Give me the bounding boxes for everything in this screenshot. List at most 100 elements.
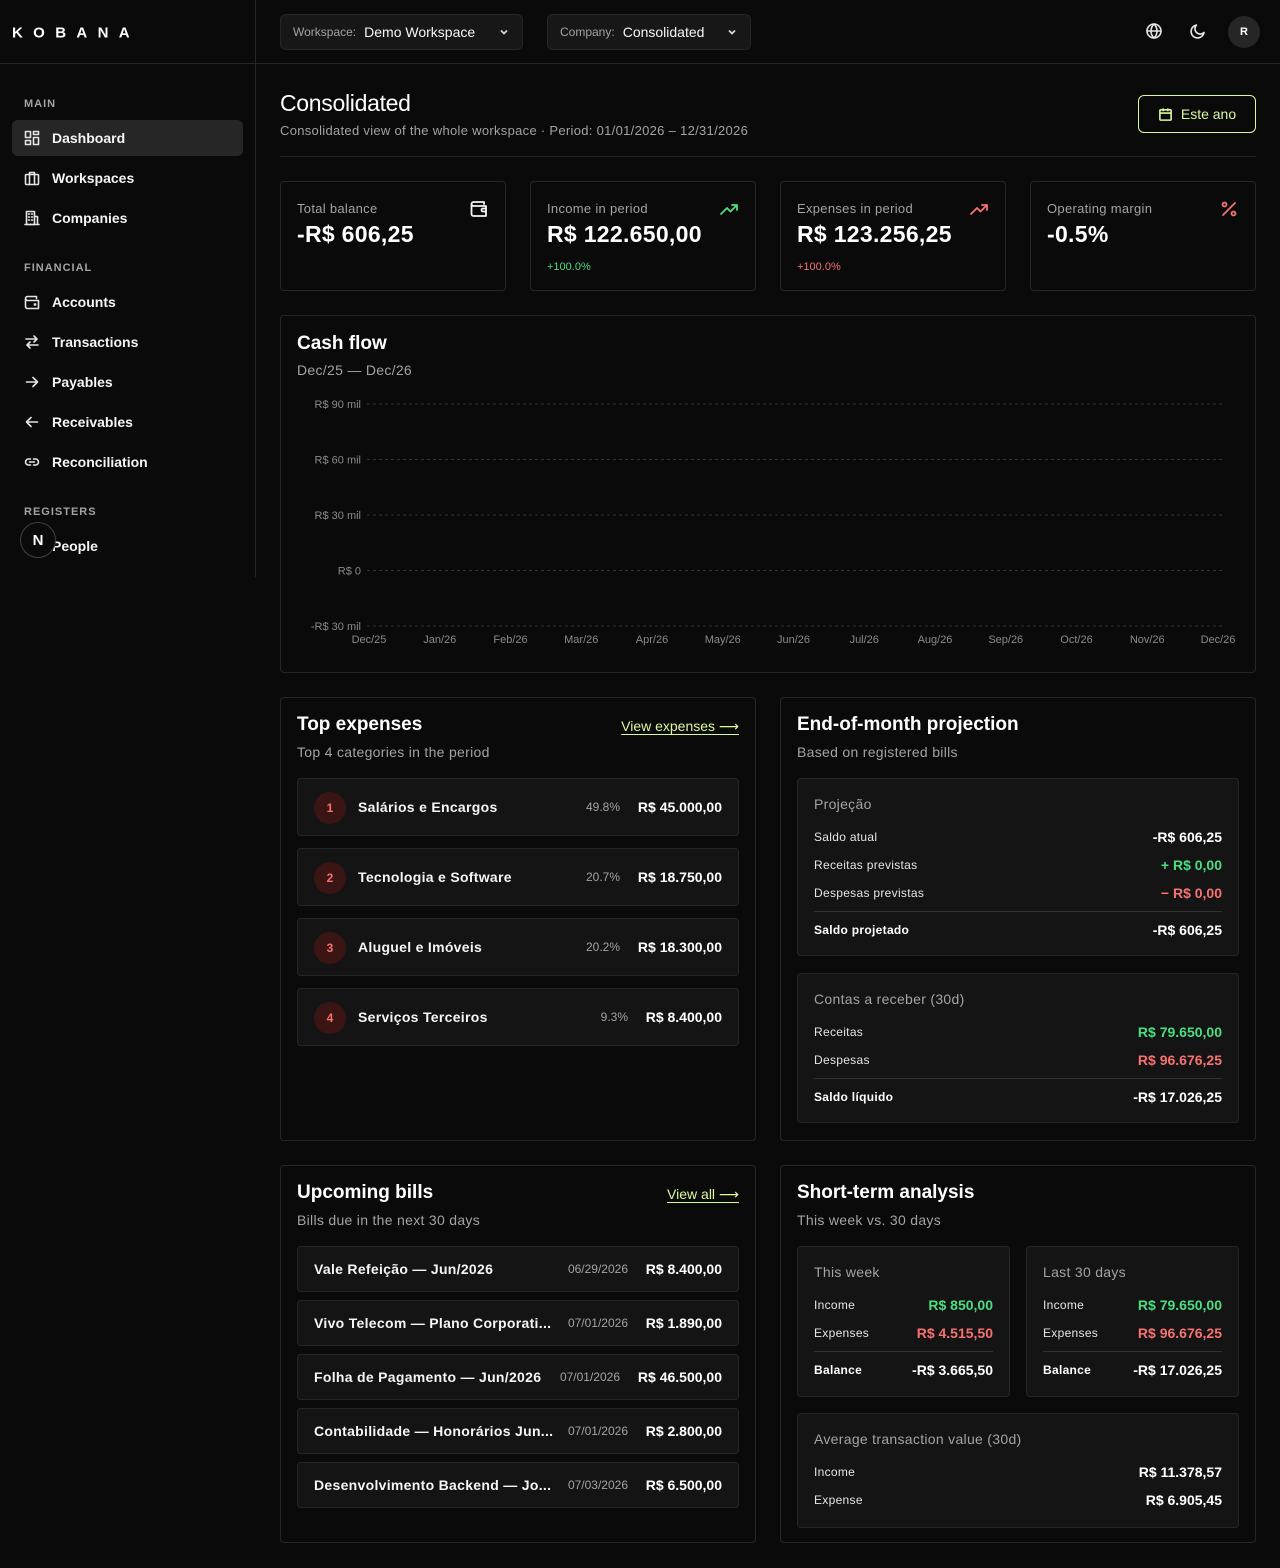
topbar-divider [0, 63, 1280, 64]
bill-row[interactable]: Contabilidade — Honorários Jun... 07/01/… [297, 1408, 739, 1454]
last-30-days-box: Last 30 days Income R$ 79.650,00 Expense… [1026, 1246, 1239, 1397]
average-transaction-title: Average transaction value (30d) [814, 1431, 1022, 1447]
top-expenses-subtitle: Top 4 categories in the period [297, 744, 490, 760]
sidebar-item-payables[interactable]: Payables [12, 364, 243, 400]
expected-expenses-value: − R$ 0,00 [1160, 885, 1222, 901]
expected-income-value: + R$ 0,00 [1160, 857, 1222, 873]
x-tick-label: Jan/26 [423, 634, 456, 646]
bill-row[interactable]: Vivo Telecom — Plano Corporati... 07/01/… [297, 1300, 739, 1346]
week-income-value: R$ 850,00 [928, 1297, 993, 1313]
expense-amount: R$ 45.000,00 [637, 799, 722, 815]
kpi-label: Expenses in period [797, 201, 913, 216]
theme-toggle-button[interactable] [1189, 22, 1209, 42]
upcoming-bills-subtitle: Bills due in the next 30 days [297, 1212, 481, 1228]
expense-percentage: 20.7% [585, 870, 620, 884]
expense-rank-badge: 3 [314, 932, 346, 964]
month-balance-label: Balance [1043, 1363, 1092, 1377]
x-tick-label: Apr/26 [636, 634, 668, 646]
divider [1043, 1351, 1222, 1352]
dev-indicator-badge[interactable]: N [20, 522, 56, 558]
expense-amount: R$ 8.400,00 [645, 1009, 722, 1025]
page-title: Consolidated [280, 90, 411, 116]
sidebar-item-reconciliation[interactable]: Reconciliation [12, 444, 243, 480]
receivables-income-value: R$ 79.650,00 [1137, 1024, 1222, 1040]
x-tick-label: Jun/26 [777, 634, 810, 646]
expense-row[interactable]: 3 Aluguel e Imóveis 20.2% R$ 18.300,00 [297, 918, 739, 976]
current-balance-label: Saldo atual [814, 830, 878, 844]
x-tick-label: Sep/26 [988, 634, 1023, 646]
receivables-income-label: Receitas [814, 1025, 864, 1039]
sidebar-item-label: Receivables [52, 414, 133, 430]
expense-rank-badge: 1 [314, 792, 346, 824]
bill-due-date: 07/01/2026 [567, 1316, 628, 1330]
kpi-label: Operating margin [1047, 201, 1153, 216]
sidebar-item-receivables[interactable]: Receivables [12, 404, 243, 440]
bill-name: Vale Refeição — Jun/2026 [314, 1261, 494, 1277]
globe-icon [1146, 23, 1162, 39]
upcoming-bills-card: Upcoming bills Bills due in the next 30 … [280, 1165, 756, 1543]
sidebar: KOBANA MAIN Dashboard Workspaces Compani… [0, 0, 256, 1568]
nav-section-financial: FINANCIAL [24, 262, 93, 274]
bill-row[interactable]: Vale Refeição — Jun/2026 06/29/2026 R$ 8… [297, 1246, 739, 1292]
bill-amount: R$ 46.500,00 [637, 1369, 722, 1385]
sidebar-item-workspaces[interactable]: Workspaces [12, 160, 243, 196]
projection-box: Projeção Saldo atual -R$ 606,25 Receitas… [797, 778, 1239, 956]
kpi-card-income: Income in period R$ 122.650,00 +100.0% [530, 181, 756, 291]
sidebar-item-companies[interactable]: Companies [12, 200, 243, 236]
arrow-left-icon [25, 416, 39, 428]
week-expenses-value: R$ 4.515,50 [916, 1325, 993, 1341]
calendar-icon [1158, 107, 1172, 121]
y-tick-label: R$ 90 mil [315, 399, 361, 411]
expense-percentage: 49.8% [585, 800, 620, 814]
expense-row[interactable]: 4 Serviços Terceiros 9.3% R$ 8.400,00 [297, 988, 739, 1046]
view-expenses-link[interactable]: View expenses ⟶ [621, 718, 739, 735]
x-tick-label: Feb/26 [493, 634, 527, 646]
bill-amount: R$ 8.400,00 [645, 1261, 722, 1277]
expense-percentage: 9.3% [600, 1010, 628, 1024]
this-week-box: This week Income R$ 850,00 Expenses R$ 4… [797, 1246, 1010, 1397]
dashboard-icon [24, 130, 40, 146]
receivables-expenses-value: R$ 96.676,25 [1137, 1052, 1222, 1068]
period-filter-button[interactable]: Este ano [1138, 95, 1256, 133]
expense-row[interactable]: 2 Tecnologia e Software 20.7% R$ 18.750,… [297, 848, 739, 906]
bill-amount: R$ 1.890,00 [645, 1315, 722, 1331]
projection-subtitle: Based on registered bills [797, 744, 958, 760]
trend-up-icon [719, 199, 739, 219]
avatar[interactable]: R [1228, 16, 1260, 48]
sidebar-item-label: Workspaces [52, 170, 135, 186]
short-term-title: Short-term analysis [797, 1182, 975, 1203]
workspace-selector[interactable]: Workspace: Demo Workspace [280, 14, 523, 50]
expense-rank-badge: 4 [314, 1002, 346, 1034]
x-tick-label: Mar/26 [564, 634, 598, 646]
sidebar-item-dashboard[interactable]: Dashboard [12, 120, 243, 156]
month-expenses-value: R$ 96.676,25 [1137, 1325, 1222, 1341]
month-balance-value: -R$ 17.026,25 [1133, 1362, 1222, 1378]
view-all-bills-link[interactable]: View all ⟶ [667, 1186, 739, 1203]
x-tick-label: Dec/26 [1201, 634, 1236, 646]
expense-percentage: 20.2% [585, 940, 620, 954]
expense-rank-badge: 2 [314, 862, 346, 894]
company-selector[interactable]: Company: Consolidated [547, 14, 751, 50]
chevron-down-icon [728, 29, 736, 35]
kpi-label: Total balance [297, 201, 378, 216]
sidebar-item-transactions[interactable]: Transactions [12, 324, 243, 360]
wallet-icon [469, 199, 489, 219]
short-term-subtitle: This week vs. 30 days [797, 1212, 942, 1228]
receivables-expenses-label: Despesas [814, 1053, 870, 1067]
month-income-value: R$ 79.650,00 [1137, 1297, 1222, 1313]
expense-row[interactable]: 1 Salários e Encargos 49.8% R$ 45.000,00 [297, 778, 739, 836]
language-button[interactable] [1145, 22, 1165, 42]
sidebar-item-accounts[interactable]: Accounts [12, 284, 243, 320]
bill-due-date: 07/03/2026 [567, 1478, 628, 1492]
period-filter-label: Este ano [1180, 106, 1237, 122]
nav-section-registers: REGISTERS [24, 506, 97, 518]
kpi-delta: +100.0% [547, 261, 591, 273]
y-tick-label: -R$ 30 mil [311, 621, 361, 633]
kpi-value: -0.5% [1047, 221, 1109, 247]
kobana-logo[interactable]: KOBANA [12, 25, 132, 39]
bill-row[interactable]: Desenvolvimento Backend — Jo... 07/03/20… [297, 1462, 739, 1508]
x-tick-label: Oct/26 [1060, 634, 1092, 646]
x-tick-label: Jul/26 [850, 634, 879, 646]
bill-row[interactable]: Folha de Pagamento — Jun/2026 07/01/2026… [297, 1354, 739, 1400]
cashflow-chart: R$ 90 mil R$ 60 mil R$ 30 mil R$ 0 -R$ 30 mi… [311, 399, 1236, 646]
